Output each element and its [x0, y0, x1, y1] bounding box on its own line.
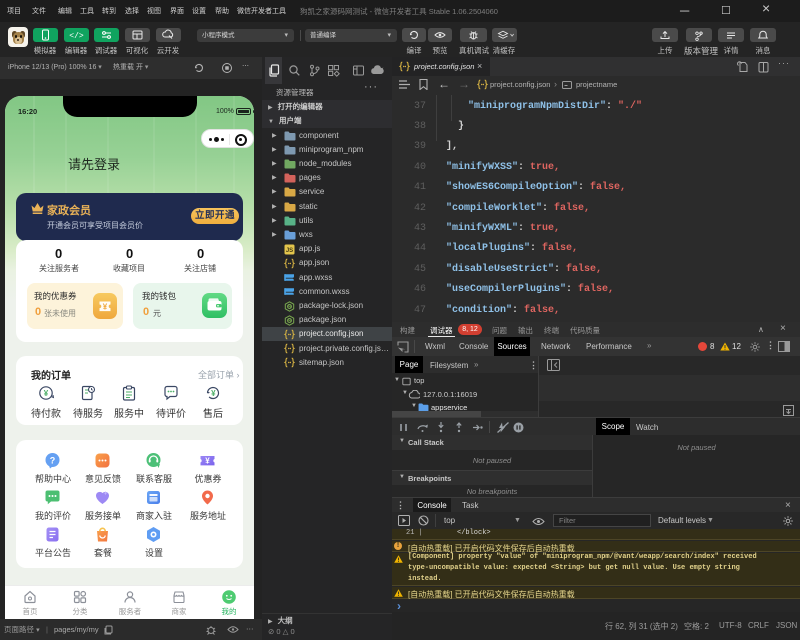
- svg-text:</>: </>: [69, 32, 84, 41]
- svg-text:¥: ¥: [205, 457, 210, 466]
- svg-text:¥: ¥: [44, 389, 49, 398]
- svg-text:¥: ¥: [211, 389, 216, 398]
- svg-text:JS: JS: [286, 248, 293, 254]
- svg-text:¥: ¥: [103, 303, 108, 312]
- svg-text:?: ?: [50, 456, 56, 466]
